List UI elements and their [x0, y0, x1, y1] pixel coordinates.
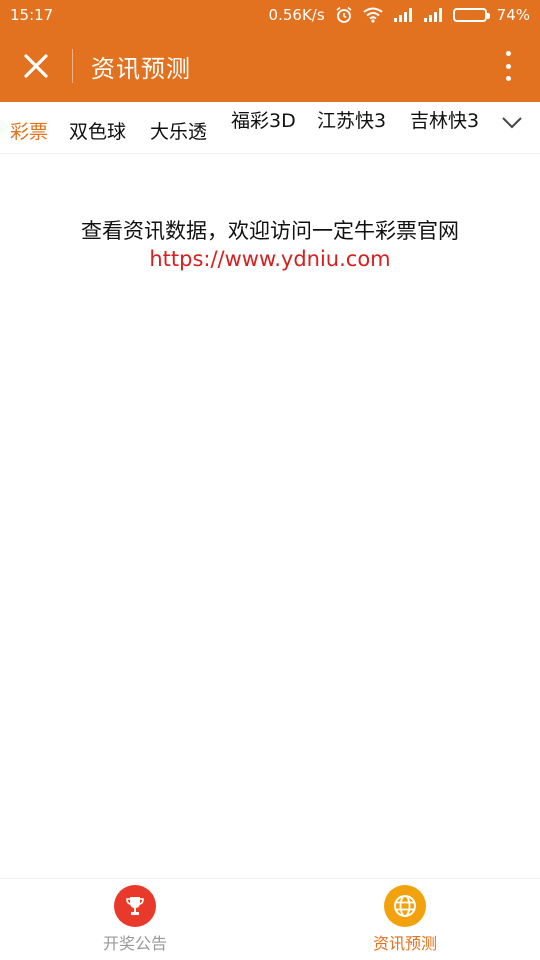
status-time: 15:17	[10, 6, 54, 24]
status-icons: 0.56K/s 74%	[269, 6, 530, 24]
category-tabs: 彩票 双色球 大乐透 福彩3D 江苏快3 吉林快3	[0, 102, 540, 154]
notice-message: 查看资讯数据，欢迎访问一定牛彩票官网 https://www.ydniu.com	[0, 216, 540, 272]
website-link[interactable]: https://www.ydniu.com	[0, 246, 540, 272]
status-bar: 15:17 0.56K/s 74%	[0, 0, 540, 30]
more-vertical-icon	[505, 51, 511, 56]
alarm-icon	[335, 6, 353, 24]
tab-jiangsu-kuai3[interactable]: 江苏快3	[317, 106, 386, 133]
title-divider	[72, 49, 73, 83]
battery-percent: 74%	[496, 6, 530, 24]
notice-text: 查看资讯数据，欢迎访问一定牛彩票官网	[81, 219, 459, 243]
close-button[interactable]	[0, 30, 72, 102]
tab-daletou[interactable]: 大乐透	[150, 117, 207, 144]
tabs-expand-button[interactable]	[500, 110, 524, 134]
nav-label-lottery-results: 开奖公告	[102, 934, 167, 953]
nav-label-news-forecast: 资讯预测	[372, 934, 437, 953]
more-button[interactable]	[496, 48, 520, 84]
title-bar: 资讯预测	[0, 30, 540, 102]
signal-icon	[393, 8, 413, 22]
wifi-icon	[363, 7, 383, 23]
tab-jilin-kuai3[interactable]: 吉林快3	[410, 106, 479, 133]
tab-shuangseqiu[interactable]: 双色球	[69, 117, 126, 144]
chevron-down-icon	[502, 117, 522, 129]
bottom-navigation: 开奖公告 资讯预测	[0, 878, 540, 960]
trophy-icon	[114, 885, 156, 927]
tab-caipiao[interactable]: 彩票	[10, 117, 48, 144]
globe-icon	[384, 885, 426, 927]
page-title: 资讯预测	[91, 54, 191, 83]
nav-news-forecast[interactable]: 资讯预测	[345, 885, 465, 954]
app-screen: 15:17 0.56K/s 74% 资讯预测 彩票 双色球 大乐透 福彩3D 江…	[0, 0, 540, 960]
tab-fucai3d[interactable]: 福彩3D	[231, 106, 296, 133]
signal-icon	[423, 8, 443, 22]
nav-lottery-results[interactable]: 开奖公告	[75, 885, 195, 954]
close-icon	[24, 54, 48, 78]
battery-icon	[452, 8, 490, 22]
network-speed: 0.56K/s	[268, 6, 325, 24]
